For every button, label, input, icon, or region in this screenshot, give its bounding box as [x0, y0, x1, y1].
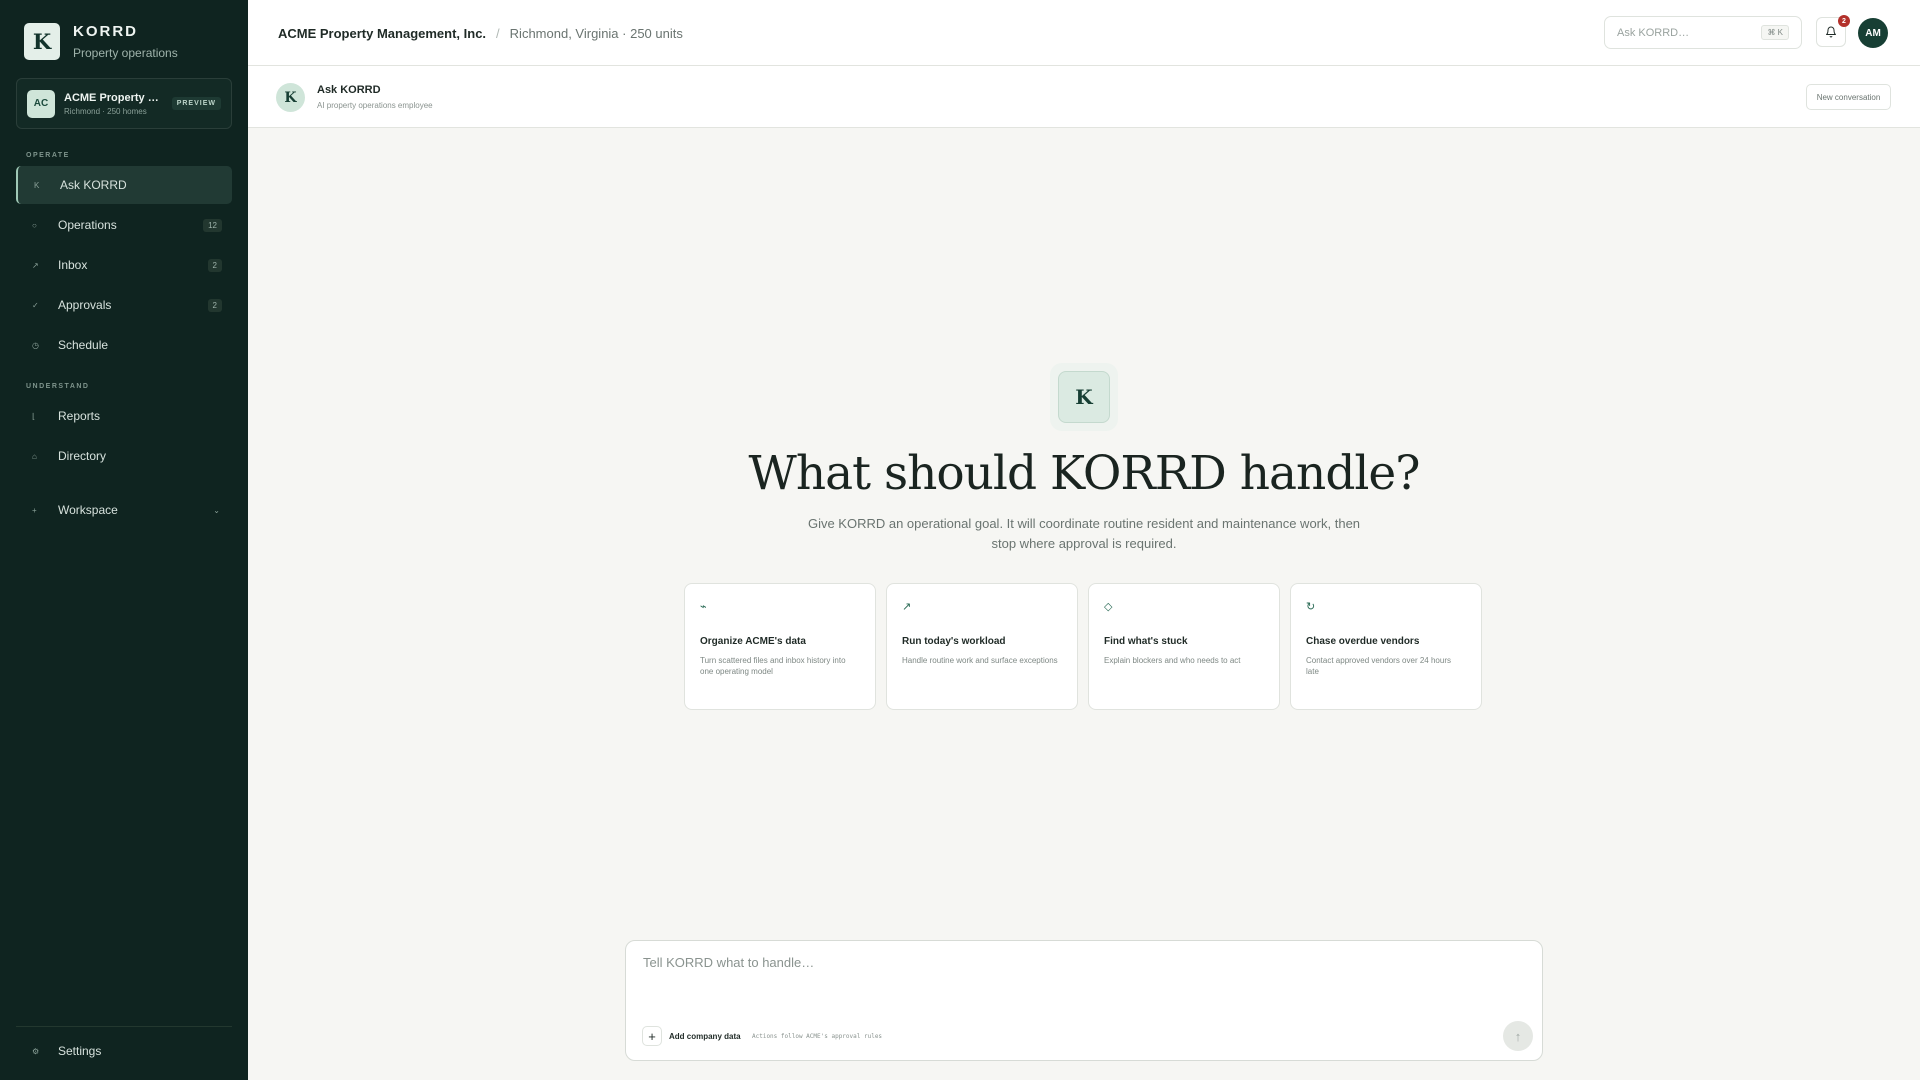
sidebar-item-schedule[interactable]: ◷ Schedule: [16, 326, 232, 364]
sidebar-item-label: Operations: [58, 218, 117, 232]
suggestion-card-find-stuck[interactable]: ◇ Find what's stuck Explain blockers and…: [1088, 583, 1280, 710]
card-title: Chase overdue vendors: [1306, 636, 1420, 647]
hero-title: What should KORRD handle?: [748, 446, 1421, 501]
sidebar-item-label: Workspace: [58, 503, 118, 517]
new-conversation-button[interactable]: New conversation: [1806, 84, 1891, 110]
sidebar-item-approvals[interactable]: ✓ Approvals 2: [16, 286, 232, 324]
approval-rules-note: Actions follow ACME's approval rules: [752, 1033, 883, 1040]
sidebar-item-ask-korrd[interactable]: K Ask KORRD: [16, 166, 232, 204]
message-input[interactable]: [643, 955, 1523, 995]
card-description: Explain blockers and who needs to act: [1104, 656, 1241, 665]
suggestion-card-organize-data[interactable]: ⌁ Organize ACME's data Turn scattered fi…: [684, 583, 876, 710]
arrow-up-right-icon: ↗: [902, 601, 912, 613]
search-shortcut: ⌘ K: [1761, 25, 1789, 40]
sidebar-item-label: Reports: [58, 409, 101, 423]
top-bar: ACME Property Management, Inc. / Richmon…: [248, 0, 1920, 66]
search-input[interactable]: [1617, 26, 1762, 39]
home-icon: ⌂: [32, 451, 37, 461]
chevron-down-icon: ⌄: [213, 505, 220, 515]
inbox-count-badge: 2: [207, 258, 222, 272]
breadcrumb-separator: /: [496, 26, 500, 41]
card-description: Contact approved vendors over 24 hours l…: [1306, 656, 1451, 676]
card-description: Turn scattered files and inbox history i…: [700, 656, 846, 676]
circle-icon: ○: [32, 220, 37, 230]
sidebar-item-inbox[interactable]: ↗ Inbox 2: [16, 246, 232, 284]
data-icon: ⌁: [700, 601, 707, 613]
approvals-count-badge: 2: [207, 298, 222, 312]
hero-logo: K: [1058, 371, 1110, 423]
sidebar-item-label: Ask KORRD: [60, 178, 127, 192]
korrd-icon: K: [34, 180, 40, 190]
sidebar-item-settings[interactable]: ⚙ Settings: [16, 1032, 232, 1070]
sidebar-item-label: Approvals: [58, 298, 112, 312]
sidebar: K KORRD Property operations AC ACME Prop…: [0, 0, 248, 1080]
send-button[interactable]: ↑: [1503, 1021, 1533, 1051]
bell-icon: [1826, 26, 1836, 38]
sidebar-item-workspace[interactable]: + Workspace ⌄: [16, 491, 232, 529]
hero-logo-frame: K: [1050, 363, 1118, 431]
org-switcher[interactable]: AC ACME Property Ma… Richmond · 250 home…: [16, 78, 232, 129]
conversation-title: Ask KORRD: [317, 84, 381, 96]
sidebar-item-label: Directory: [58, 449, 107, 463]
card-title: Find what's stuck: [1104, 636, 1188, 647]
conversation-header: K Ask KORRD AI property operations emplo…: [248, 66, 1920, 128]
section-label-understand: UNDERSTAND: [26, 383, 90, 390]
card-title: Run today's workload: [902, 636, 1006, 647]
gear-icon: ⚙: [32, 1046, 40, 1056]
suggestion-card-chase-vendors[interactable]: ↻ Chase overdue vendors Contact approved…: [1290, 583, 1482, 710]
refresh-icon: ↻: [1306, 601, 1316, 613]
sidebar-item-label: Settings: [58, 1044, 102, 1058]
breadcrumb: ACME Property Management, Inc. / Richmon…: [278, 26, 683, 41]
card-title: Organize ACME's data: [700, 636, 806, 647]
hero-description: Give KORRD an operational goal. It will …: [807, 516, 1361, 551]
sidebar-item-reports[interactable]: ⌊ Reports: [16, 397, 232, 435]
breadcrumb-org[interactable]: ACME Property Management, Inc.: [278, 26, 486, 41]
org-avatar: AC: [27, 89, 55, 118]
plus-icon: +: [32, 505, 37, 515]
check-icon: ✓: [32, 300, 39, 310]
brand-logo: K: [24, 23, 60, 60]
diamond-icon: ◇: [1104, 601, 1113, 613]
brand-name: KORRD: [73, 23, 138, 40]
add-data-button[interactable]: +: [642, 1026, 662, 1046]
search-box[interactable]: ⌘ K: [1604, 16, 1802, 49]
preview-badge: PREVIEW: [171, 97, 221, 110]
notification-count-badge: 2: [1838, 15, 1850, 27]
suggestion-cards: ⌁ Organize ACME's data Turn scattered fi…: [684, 583, 1482, 710]
org-meta: Richmond · 250 homes: [64, 106, 147, 116]
assistant-avatar: K: [276, 83, 305, 112]
sidebar-item-directory[interactable]: ⌂ Directory: [16, 437, 232, 475]
sidebar-item-label: Schedule: [58, 338, 109, 352]
suggestion-card-run-workload[interactable]: ↗ Run today's workload Handle routine wo…: [886, 583, 1078, 710]
breadcrumb-location: Richmond, Virginia · 250 units: [509, 26, 683, 41]
clock-icon: ◷: [32, 340, 39, 350]
card-description: Handle routine work and surface exceptio…: [902, 656, 1058, 665]
sidebar-divider: [16, 1026, 232, 1027]
org-info: ACME Property Ma… Richmond · 250 homes: [64, 92, 168, 116]
section-label-operate: OPERATE: [26, 152, 70, 159]
brand-text: KORRD Property operations: [73, 23, 178, 60]
brand-subtitle: Property operations: [73, 46, 178, 60]
conversation-subtitle: AI property operations employee: [317, 101, 433, 110]
arrow-icon: ↗: [32, 260, 39, 270]
chart-icon: ⌊: [32, 411, 36, 421]
user-avatar[interactable]: AM: [1858, 18, 1888, 48]
brand[interactable]: K KORRD Property operations: [24, 23, 178, 60]
sidebar-item-label: Inbox: [58, 258, 88, 272]
sidebar-item-operations[interactable]: ○ Operations 12: [16, 206, 232, 244]
org-name: ACME Property Ma…: [64, 91, 168, 104]
message-composer: + Add company data Actions follow ACME's…: [625, 940, 1543, 1061]
plus-icon: +: [648, 1028, 656, 1044]
add-company-data-link[interactable]: Add company data: [669, 1032, 741, 1041]
operations-count-badge: 12: [203, 218, 222, 232]
arrow-up-icon: ↑: [1514, 1028, 1522, 1044]
